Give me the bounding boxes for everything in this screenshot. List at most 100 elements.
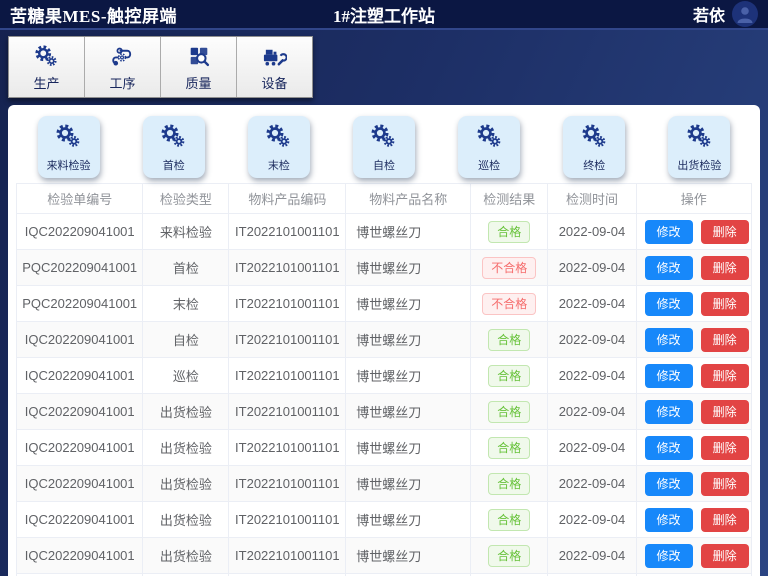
result-cell: 合格 (471, 358, 548, 394)
inspection-tab-self[interactable]: 自检 (353, 116, 415, 178)
material-name: 博世螺丝刀 (346, 250, 471, 286)
inspection-date: 2022-09-04 (548, 538, 636, 574)
inspection-tab-outgoing[interactable]: 出货检验 (668, 116, 730, 178)
inspection-order-no: IQC202209041001 (17, 322, 143, 358)
delete-button[interactable]: 删除 (701, 400, 749, 424)
delete-button[interactable]: 删除 (701, 292, 749, 316)
material-code: IT2022101001101 (229, 394, 346, 430)
inspection-date: 2022-09-04 (548, 286, 636, 322)
inspection-date: 2022-09-04 (548, 394, 636, 430)
toolbar-button-quality[interactable]: 质量 (161, 37, 237, 97)
production-gears-icon (34, 43, 59, 70)
material-name: 博世螺丝刀 (346, 466, 471, 502)
delete-button[interactable]: 删除 (701, 544, 749, 568)
toolbar-button-label: 工序 (109, 73, 135, 92)
top-header-bar: 苦糖果MES-触控屏端 1#注塑工作站 若依 (0, 0, 768, 30)
inspection-order-no: IQC202209041001 (17, 358, 143, 394)
edit-button[interactable]: 修改 (645, 400, 693, 424)
result-cell: 合格 (471, 466, 548, 502)
table-header-row: 检验单编号检验类型物料产品编码物料产品名称检测结果检测时间操作 (17, 184, 752, 214)
table-row: PQC202209041001首检IT2022101001101博世螺丝刀不合格… (17, 250, 752, 286)
edit-button[interactable]: 修改 (645, 328, 693, 352)
edit-button[interactable]: 修改 (645, 544, 693, 568)
actions-cell: 修改删除 (636, 502, 751, 538)
inspection-tab-incoming[interactable]: 来料检验 (38, 116, 100, 178)
inspection-tab-label: 出货检验 (677, 157, 721, 173)
material-code: IT2022101001101 (229, 466, 346, 502)
material-code: IT2022101001101 (229, 502, 346, 538)
table-row: IQC202209041001出货检验IT2022101001101博世螺丝刀合… (17, 538, 752, 574)
edit-button[interactable]: 修改 (645, 220, 693, 244)
material-code: IT2022101001101 (229, 538, 346, 574)
result-badge: 合格 (488, 473, 530, 495)
material-code: IT2022101001101 (229, 250, 346, 286)
inspection-order-no: IQC202209041001 (17, 502, 143, 538)
inspection-type: 出货检验 (143, 430, 229, 466)
table-row: IQC202209041001出货检验IT2022101001101博世螺丝刀合… (17, 394, 752, 430)
inspection-type: 出货检验 (143, 394, 229, 430)
content-panel: 来料检验首检末检自检巡检终检出货检验 检验单编号检验类型物料产品编码物料产品名称… (8, 105, 760, 576)
inspection-type: 巡检 (143, 358, 229, 394)
inspection-date: 2022-09-04 (548, 214, 636, 250)
material-code: IT2022101001101 (229, 214, 346, 250)
delete-button[interactable]: 删除 (701, 256, 749, 280)
edit-button[interactable]: 修改 (645, 472, 693, 496)
user-menu[interactable]: 若依 (693, 1, 758, 27)
inspection-type: 自检 (143, 322, 229, 358)
edit-button[interactable]: 修改 (645, 364, 693, 388)
equipment-wrench-icon (262, 43, 287, 70)
inspection-order-no: PQC202209041001 (17, 250, 143, 286)
inspection-gears-icon (370, 116, 397, 156)
edit-button[interactable]: 修改 (645, 292, 693, 316)
app-title: 苦糖果MES-触控屏端 (10, 2, 177, 27)
inspection-type: 末检 (143, 286, 229, 322)
edit-button[interactable]: 修改 (645, 256, 693, 280)
column-header: 物料产品编码 (229, 184, 346, 214)
delete-button[interactable]: 删除 (701, 436, 749, 460)
inspection-gears-icon (476, 116, 503, 156)
material-code: IT2022101001101 (229, 322, 346, 358)
column-header: 检测结果 (471, 184, 548, 214)
user-avatar-icon[interactable] (732, 1, 758, 27)
toolbar-button-process[interactable]: 工序 (85, 37, 161, 97)
inspection-gears-icon (265, 116, 292, 156)
inspection-tab-label: 来料检验 (47, 157, 91, 173)
delete-button[interactable]: 删除 (701, 220, 749, 244)
edit-button[interactable]: 修改 (645, 508, 693, 532)
delete-button[interactable]: 删除 (701, 328, 749, 352)
toolbar-button-production[interactable]: 生产 (9, 37, 85, 97)
inspection-type-tabs: 来料检验 首检 末检自检巡检终检出货检验 (16, 111, 752, 183)
actions-cell: 修改删除 (636, 358, 751, 394)
result-cell: 合格 (471, 502, 548, 538)
toolbar-button-label: 生产 (33, 73, 59, 92)
result-cell: 不合格 (471, 250, 548, 286)
actions-cell: 修改删除 (636, 214, 751, 250)
column-header: 检测时间 (548, 184, 636, 214)
material-code: IT2022101001101 (229, 286, 346, 322)
result-cell: 合格 (471, 538, 548, 574)
inspection-gears-icon (686, 116, 713, 156)
table-row: IQC202209041001巡检IT2022101001101博世螺丝刀合格2… (17, 358, 752, 394)
inspection-tab-last[interactable]: 末检 (248, 116, 310, 178)
inspection-gears-icon (160, 116, 187, 156)
delete-button[interactable]: 删除 (701, 364, 749, 388)
inspection-tab-patrol[interactable]: 巡检 (458, 116, 520, 178)
inspection-gears-icon (55, 116, 82, 156)
delete-button[interactable]: 删除 (701, 472, 749, 496)
result-badge: 合格 (488, 509, 530, 531)
actions-cell: 修改删除 (636, 394, 751, 430)
delete-button[interactable]: 删除 (701, 508, 749, 532)
inspection-tab-final[interactable]: 终检 (563, 116, 625, 178)
inspection-tab-label: 首检 (163, 157, 185, 173)
toolbar-button-equipment[interactable]: 设备 (237, 37, 312, 97)
column-header: 物料产品名称 (346, 184, 471, 214)
actions-cell: 修改删除 (636, 466, 751, 502)
toolbar-button-label: 设备 (261, 73, 287, 92)
inspection-tab-first[interactable]: 首检 (143, 116, 205, 178)
table-row: IQC202209041001出货检验IT2022101001101博世螺丝刀合… (17, 430, 752, 466)
result-badge: 合格 (488, 365, 530, 387)
result-badge: 合格 (488, 401, 530, 423)
edit-button[interactable]: 修改 (645, 436, 693, 460)
quality-search-icon (187, 43, 211, 70)
inspection-type: 来料检验 (143, 214, 229, 250)
